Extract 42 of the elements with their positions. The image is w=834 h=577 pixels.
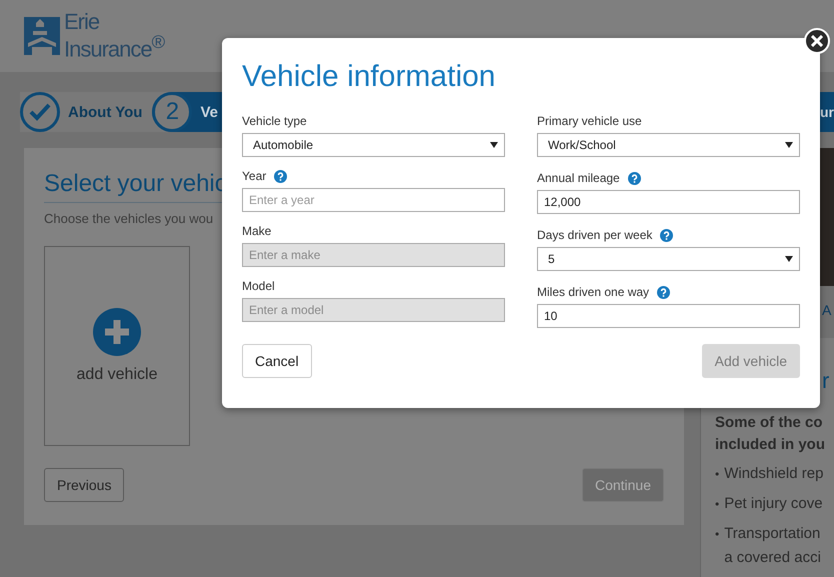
- sidebar-heading: r: [822, 368, 830, 394]
- dialog-title: Vehicle information: [242, 60, 496, 94]
- nav-button[interactable]: Previous: [44, 468, 124, 502]
- sidebar-intro: included in you: [715, 436, 826, 453]
- step-number: 2: [152, 92, 192, 132]
- help-icon[interactable]: [660, 228, 674, 242]
- sidebar-intro: Some of the co: [715, 414, 823, 431]
- bullet-mark: •: [715, 496, 720, 513]
- field-label: Make: [242, 224, 272, 238]
- logo-text: Erie: [64, 12, 100, 32]
- field-label: Primary vehicle use: [537, 114, 642, 128]
- coverage-item: Transportation a covered acci: [724, 524, 821, 568]
- progress-step: About You: [20, 92, 152, 132]
- add-vehicle-card[interactable]: add vehicle: [44, 246, 190, 446]
- bullet-mark: •: [715, 526, 720, 543]
- select-field[interactable]: Work/School: [537, 133, 800, 157]
- caret-icon: [785, 142, 793, 148]
- cancel-button[interactable]: Cancel: [242, 344, 312, 378]
- input-field[interactable]: Enter a year: [242, 188, 505, 212]
- plus-icon: [93, 308, 141, 356]
- help-icon[interactable]: [657, 286, 670, 298]
- lighthouse-logo-icon: [24, 16, 60, 55]
- add-vehicle-label: add vehicle: [76, 366, 158, 384]
- coverage-item: Windshield rep: [724, 464, 824, 484]
- caret-icon: [785, 256, 793, 262]
- logo-text: Insurance$^{®}$: [64, 32, 164, 60]
- input-field[interactable]: 12,000: [537, 190, 800, 214]
- field-label: Year: [242, 169, 266, 183]
- check-icon: [29, 103, 51, 121]
- section-subtext: Choose the vehicles you wou: [44, 211, 214, 226]
- select-field[interactable]: Automobile: [242, 133, 505, 157]
- close-icon: [811, 35, 823, 47]
- field-label: Model: [242, 279, 275, 293]
- field-label: Miles driven one way: [537, 285, 650, 299]
- coverage-item: Pet injury cove: [724, 494, 823, 514]
- help-icon[interactable]: [628, 172, 641, 184]
- field-label: Annual mileage: [537, 171, 620, 185]
- input-field[interactable]: 10: [537, 304, 800, 328]
- select-field[interactable]: 5: [537, 247, 800, 271]
- bullet-mark: •: [715, 466, 720, 483]
- help-icon[interactable]: [274, 170, 288, 182]
- field-label: Days driven per week: [537, 228, 652, 242]
